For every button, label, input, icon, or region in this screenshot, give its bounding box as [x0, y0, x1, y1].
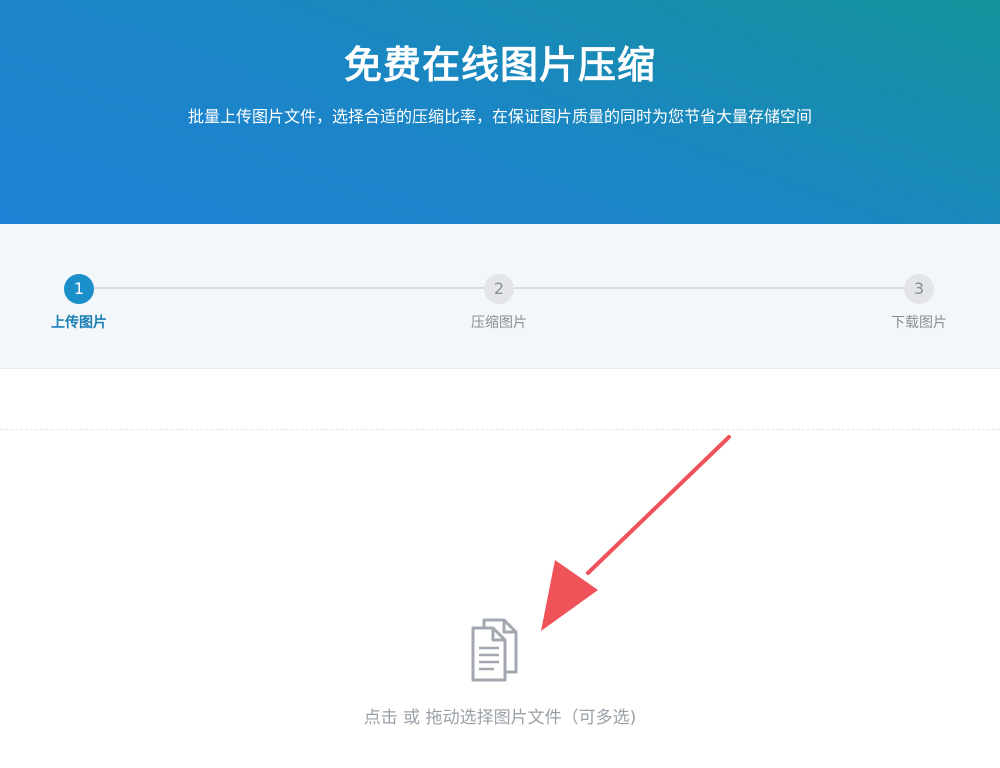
step-progress: 1 上传图片 2 压缩图片 3 下载图片 — [0, 224, 1000, 369]
documents-icon[interactable] — [470, 614, 528, 682]
step-1-label: 上传图片 — [51, 315, 107, 331]
page-subtitle: 批量上传图片文件，选择合适的压缩比率，在保证图片质量的同时为您节省大量存储空间 — [187, 107, 812, 126]
step-connector — [514, 287, 905, 289]
step-connector — [94, 287, 485, 289]
step-2-indicator: 2 — [484, 274, 514, 304]
hero-banner: 免费在线图片压缩 批量上传图片文件，选择合适的压缩比率，在保证图片质量的同时为您… — [0, 0, 1000, 224]
step-3-indicator: 3 — [904, 274, 934, 304]
step-1-indicator: 1 — [64, 274, 94, 304]
upload-hint[interactable]: 点击 或 拖动选择图片文件（可多选) — [0, 703, 1000, 728]
step-2-label: 压缩图片 — [471, 315, 527, 331]
step-3-label: 下载图片 — [891, 315, 947, 331]
page-title: 免费在线图片压缩 — [343, 43, 656, 87]
